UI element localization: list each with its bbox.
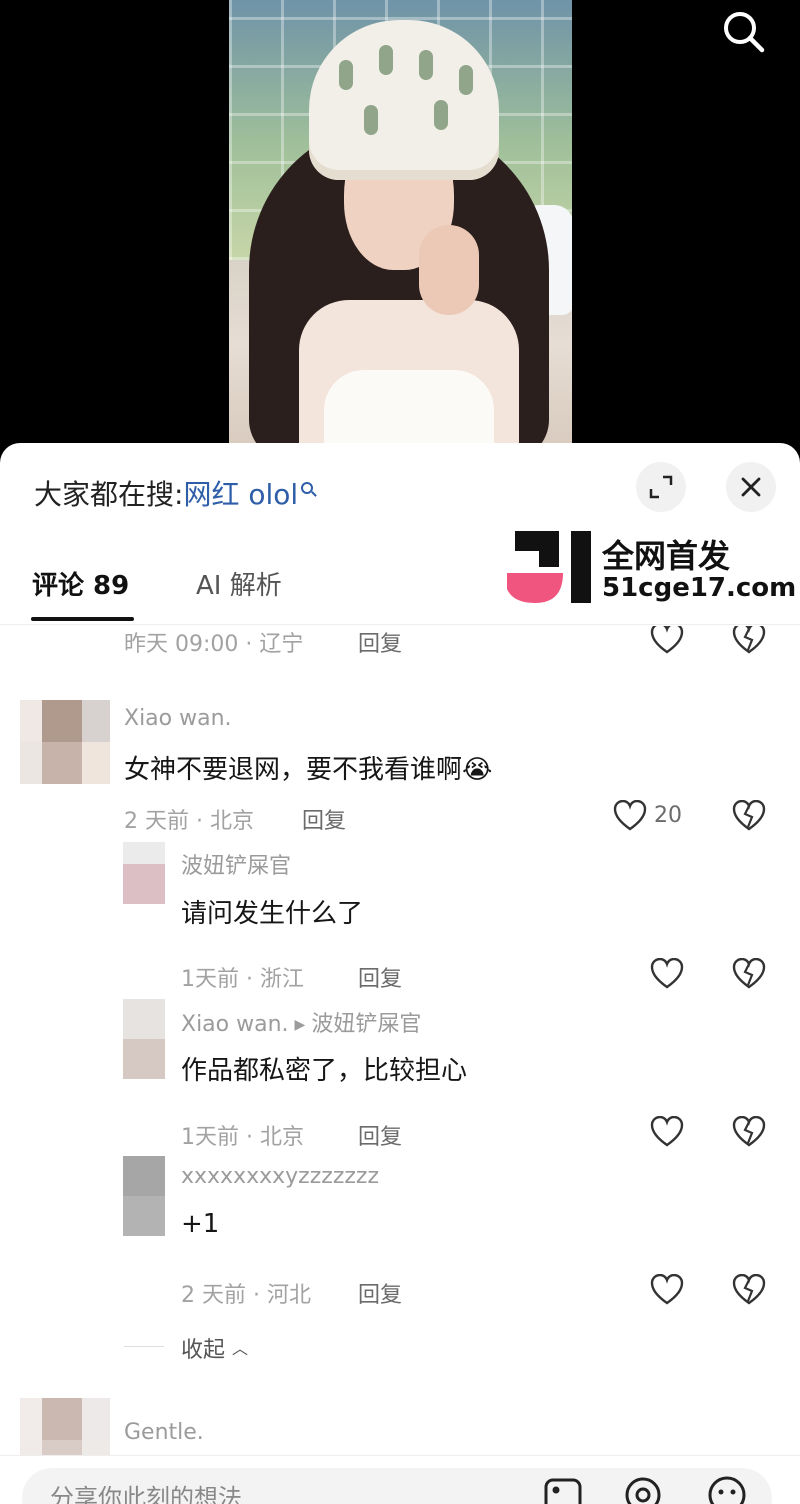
comment-meta: 2 天前 · 北京 (124, 809, 254, 834)
reply-arrow-icon: ▶ (294, 1017, 306, 1033)
comment-username[interactable]: Gentle. (124, 1420, 204, 1445)
expand-button[interactable] (636, 462, 686, 512)
heart-icon[interactable] (650, 1273, 684, 1306)
reply-to-username[interactable]: 波妞铲屎官 (311, 1012, 421, 1037)
heart-icon[interactable] (650, 626, 684, 655)
tab-comments[interactable]: 评论 89 (32, 565, 129, 602)
reply-text: +1 (181, 1209, 220, 1239)
trending-search[interactable]: 大家都在搜:网红 olol (34, 473, 314, 513)
comment-text: 女神不要退网，要不我看谁啊😭 (124, 749, 492, 786)
search-icon[interactable] (718, 6, 770, 58)
collapse-divider (124, 1346, 164, 1347)
video-player[interactable] (0, 0, 800, 460)
trending-label: 大家都在搜: (34, 478, 184, 511)
small-search-icon (301, 482, 314, 494)
avatar[interactable] (123, 842, 165, 904)
hat-pattern (459, 65, 473, 95)
video-frame[interactable] (229, 0, 572, 460)
like-count: 20 (654, 803, 682, 828)
broken-heart-icon[interactable] (732, 957, 766, 990)
hat-pattern (364, 105, 378, 135)
watermark-logo: 全网首发 51cge17.com (505, 531, 796, 611)
comment-username[interactable]: Xiao wan. (124, 706, 232, 731)
reply-username[interactable]: 波妞铲屎官 (181, 848, 291, 880)
reply-button[interactable]: 回复 (358, 1277, 402, 1309)
image-icon[interactable] (542, 1474, 584, 1504)
reply-button[interactable]: 回复 (358, 1119, 402, 1151)
broken-heart-icon[interactable] (732, 626, 766, 655)
broken-heart-icon[interactable] (732, 799, 766, 832)
hat-pattern (339, 60, 353, 90)
watermark-icon (507, 531, 591, 603)
reply-button[interactable]: 回复 (358, 626, 402, 658)
reply-username[interactable]: xxxxxxxxyzzzzzzz (181, 1164, 379, 1189)
heart-icon[interactable] (650, 1115, 684, 1148)
comment-text-body: 女神不要退网，要不我看谁啊 (124, 755, 463, 785)
close-button[interactable] (726, 462, 776, 512)
chevron-up-icon: ︿ (232, 1339, 249, 1358)
broken-heart-icon[interactable] (732, 1273, 766, 1306)
mention-icon[interactable] (622, 1474, 664, 1504)
comment-list[interactable]: 昨天 09:00 · 辽宁 回复 Xiao wan. 女神不要退网，要不我看谁啊… (0, 626, 800, 1456)
collapse-replies-button[interactable]: 收起 ︿ (181, 1332, 248, 1364)
avatar[interactable] (123, 1156, 165, 1236)
collapse-label: 收起 (181, 1338, 226, 1363)
crying-emoji-icon: 😭 (462, 755, 493, 785)
comment-input-bar (0, 1455, 800, 1504)
reply-username-text[interactable]: Xiao wan. (181, 1012, 289, 1037)
heart-icon[interactable] (613, 799, 647, 832)
reply-text: 请问发生什么了 (181, 899, 364, 929)
hat-pattern (434, 100, 448, 130)
broken-heart-icon[interactable] (732, 1115, 766, 1148)
reply-meta: 1天前 · 浙江 (181, 967, 304, 992)
reply-meta: 1天前 · 北京 (181, 1125, 304, 1150)
comment-meta: 昨天 09:00 · 辽宁 (124, 632, 304, 657)
hand-shape (419, 225, 479, 315)
heart-icon[interactable] (650, 957, 684, 990)
avatar[interactable] (123, 999, 165, 1079)
hat-shape (309, 20, 499, 180)
comments-sheet: 大家都在搜:网红 olol 评论 89 AI 解析 全网首发 51cge17.c… (0, 443, 800, 1504)
hat-pattern (379, 45, 393, 75)
avatar[interactable] (20, 700, 110, 784)
hat-pattern (419, 50, 433, 80)
trending-term[interactable]: 网红 olol (183, 478, 298, 511)
avatar[interactable] (20, 1398, 110, 1456)
watermark-text-line2: 51cge17.com (602, 573, 797, 603)
reply-button[interactable]: 回复 (302, 803, 346, 835)
close-icon (741, 477, 761, 497)
expand-icon (649, 475, 673, 499)
watermark-text-line1: 全网首发 (602, 537, 731, 575)
reply-username: Xiao wan. ▶ 波妞铲屎官 (181, 1006, 421, 1038)
emoji-icon[interactable] (706, 1474, 748, 1504)
reply-meta: 2 天前 · 河北 (181, 1283, 311, 1308)
active-tab-indicator (31, 617, 134, 621)
reply-text: 作品都私密了，比较担心 (181, 1056, 468, 1086)
tab-ai-analysis[interactable]: AI 解析 (196, 565, 282, 602)
reply-button[interactable]: 回复 (358, 961, 402, 993)
